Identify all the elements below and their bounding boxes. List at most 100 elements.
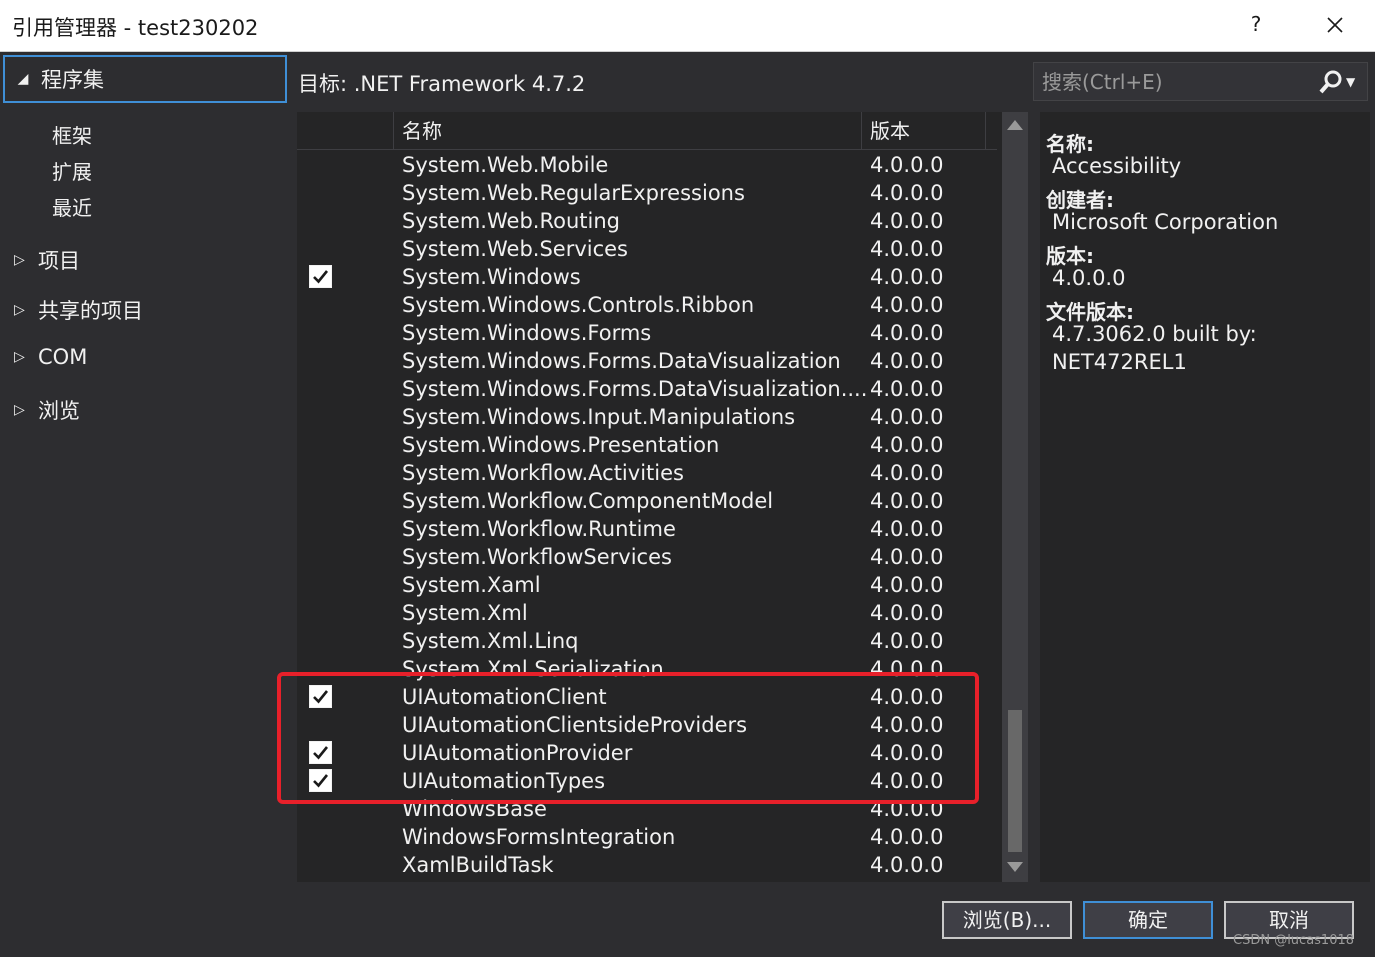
row-version: 4.0.0.0 [870, 377, 944, 401]
vertical-scrollbar[interactable] [1002, 112, 1028, 882]
row-name: System.Web.Mobile [402, 153, 609, 177]
expanded-triangle-icon: ◢ [17, 71, 29, 87]
title-bar: 引用管理器 - test230202 ? [0, 0, 1375, 52]
table-row[interactable]: System.Web.Routing 4.0.0.0 [297, 207, 997, 235]
row-version: 4.0.0.0 [870, 573, 944, 597]
row-version: 4.0.0.0 [870, 797, 944, 821]
table-row[interactable]: System.Workflow.ComponentModel 4.0.0.0 [297, 487, 997, 515]
column-header-name[interactable]: 名称 [394, 112, 862, 150]
row-name: System.Web.RegularExpressions [402, 181, 745, 205]
target-framework-label: 目标: .NET Framework 4.7.2 [298, 72, 586, 96]
row-version: 4.0.0.0 [870, 601, 944, 625]
row-checkbox[interactable] [309, 265, 332, 288]
row-checkbox[interactable] [309, 685, 332, 708]
search-icon[interactable] [1316, 67, 1346, 97]
table-row[interactable]: System.Xml 4.0.0.0 [297, 599, 997, 627]
nav-item-label: 项目 [38, 249, 80, 273]
table-row[interactable]: UIAutomationClient 4.0.0.0 [297, 683, 997, 711]
row-version: 4.0.0.0 [870, 825, 944, 849]
row-version: 4.0.0.0 [870, 741, 944, 765]
table-row[interactable]: UIAutomationTypes 4.0.0.0 [297, 767, 997, 795]
search-input[interactable] [1034, 69, 1314, 94]
table-row[interactable]: System.Workflow.Runtime 4.0.0.0 [297, 515, 997, 543]
nav-item-assemblies[interactable]: ◢ 程序集 [3, 55, 287, 103]
table-row[interactable]: System.WorkflowServices 4.0.0.0 [297, 543, 997, 571]
detail-version-value: 4.0.0.0 [1052, 266, 1126, 290]
table-row[interactable]: System.Windows.Controls.Ribbon 4.0.0.0 [297, 291, 997, 319]
detail-file-version-line2: NET472REL1 [1052, 350, 1187, 374]
close-button[interactable] [1318, 8, 1352, 42]
table-row[interactable]: System.Windows.Forms 4.0.0.0 [297, 319, 997, 347]
collapsed-arrow-icon: ▷ [14, 402, 25, 418]
search-options-dropdown-icon[interactable]: ▼ [1346, 75, 1364, 89]
row-version: 4.0.0.0 [870, 265, 944, 289]
table-row[interactable]: System.Web.Mobile 4.0.0.0 [297, 151, 997, 179]
table-row[interactable]: UIAutomationClientsideProviders 4.0.0.0 [297, 711, 997, 739]
row-name: System.Xaml [402, 573, 541, 597]
row-checkbox[interactable] [309, 741, 332, 764]
table-row[interactable]: System.Web.RegularExpressions 4.0.0.0 [297, 179, 997, 207]
nav-item-shared-projects[interactable]: ▷ 共享的项目 [14, 295, 143, 325]
table-row[interactable]: System.Windows.Input.Manipulations 4.0.0.… [297, 403, 997, 431]
column-header-version[interactable]: 版本 [862, 112, 986, 150]
nav-item-projects[interactable]: ▷ 项目 [14, 245, 80, 275]
table-row[interactable]: System.Xaml 4.0.0.0 [297, 571, 997, 599]
table-row[interactable]: System.Xml.Linq 4.0.0.0 [297, 627, 997, 655]
close-icon [1327, 17, 1343, 33]
scroll-up-icon[interactable] [1007, 120, 1023, 130]
nav-item-browse[interactable]: ▷ 浏览 [14, 395, 80, 425]
table-row[interactable]: System.Web.Services 4.0.0.0 [297, 235, 997, 263]
row-name: UIAutomationTypes [402, 769, 606, 793]
row-name: System.Workflow.Runtime [402, 517, 676, 541]
row-version: 4.0.0.0 [870, 433, 944, 457]
nav-sub-framework[interactable]: 框架 [52, 120, 92, 149]
checkmark-icon [313, 774, 329, 788]
scroll-down-icon[interactable] [1007, 862, 1023, 872]
ok-button[interactable]: 确定 [1083, 901, 1213, 939]
collapsed-arrow-icon: ▷ [14, 349, 25, 365]
nav-item-label: 程序集 [41, 68, 104, 92]
table-row[interactable]: System.Workflow.Activities 4.0.0.0 [297, 459, 997, 487]
row-version: 4.0.0.0 [870, 153, 944, 177]
column-header-check[interactable] [297, 112, 394, 150]
row-name: System.Web.Routing [402, 209, 620, 233]
table-row[interactable]: System.Windows 4.0.0.0 [297, 263, 997, 291]
row-name: System.Xml.Serialization [402, 657, 664, 681]
browse-button[interactable]: 浏览(B)... [942, 901, 1072, 939]
row-version: 4.0.0.0 [870, 181, 944, 205]
table-row[interactable]: System.Windows.Forms.DataVisualization..… [297, 375, 997, 403]
row-version: 4.0.0.0 [870, 769, 944, 793]
table-row[interactable]: System.Xml.Serialization 4.0.0.0 [297, 655, 997, 683]
scrollbar-thumb[interactable] [1008, 710, 1022, 852]
row-version: 4.0.0.0 [870, 405, 944, 429]
nav-sub-recent[interactable]: 最近 [52, 192, 92, 221]
row-version: 4.0.0.0 [870, 657, 944, 681]
row-name: System.Windows.Controls.Ribbon [402, 293, 755, 317]
row-checkbox[interactable] [309, 769, 332, 792]
table-row[interactable]: UIAutomationProvider 4.0.0.0 [297, 739, 997, 767]
row-version: 4.0.0.0 [870, 489, 944, 513]
row-name: System.Windows.Presentation [402, 433, 720, 457]
row-version: 4.0.0.0 [870, 517, 944, 541]
row-version: 4.0.0.0 [870, 349, 944, 373]
table-row[interactable]: System.Windows.Forms.DataVisualization 4.… [297, 347, 997, 375]
row-version: 4.0.0.0 [870, 293, 944, 317]
row-version: 4.0.0.0 [870, 853, 944, 877]
row-name: XamlBuildTask [402, 853, 554, 877]
row-name: System.WorkflowServices [402, 545, 672, 569]
table-row[interactable]: System.Windows.Presentation 4.0.0.0 [297, 431, 997, 459]
table-row[interactable]: XamlBuildTask 4.0.0.0 [297, 851, 997, 879]
row-name: System.Windows.Forms.DataVisualization..… [402, 377, 868, 401]
checkmark-icon [313, 690, 329, 704]
table-row[interactable]: WindowsFormsIntegration 4.0.0.0 [297, 823, 997, 851]
row-version: 4.0.0.0 [870, 713, 944, 737]
row-name: UIAutomationClientsideProviders [402, 713, 748, 737]
row-name: System.Windows.Forms [402, 321, 652, 345]
table-row[interactable]: WindowsBase 4.0.0.0 [297, 795, 997, 823]
help-button[interactable]: ? [1246, 12, 1266, 36]
nav-sub-extensions[interactable]: 扩展 [52, 156, 92, 185]
collapsed-arrow-icon: ▷ [14, 302, 25, 318]
nav-item-com[interactable]: ▷ COM [14, 345, 87, 369]
detail-name-label: 名称: [1046, 132, 1094, 156]
detail-file-version-line1: 4.7.3062.0 built by: [1052, 322, 1257, 346]
